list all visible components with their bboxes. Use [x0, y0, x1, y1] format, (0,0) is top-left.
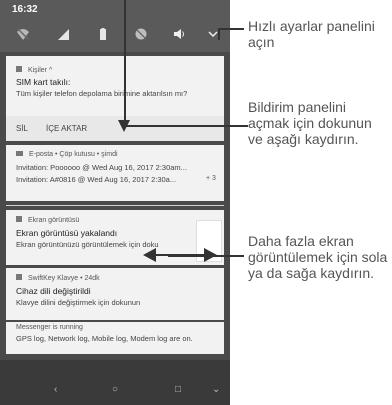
notification-app-name: Ekran görüntüsü	[27, 217, 80, 224]
delete-button[interactable]: SİL	[16, 124, 28, 133]
callout-text: Hızlı ayarlar panelini	[248, 18, 375, 34]
notification-extra: + 3	[206, 175, 216, 182]
battery-icon[interactable]	[96, 27, 110, 41]
callout-text: ve aşağı kaydırın.	[248, 131, 359, 147]
callout-text: Daha fazla ekran	[248, 233, 354, 249]
notification-messenger[interactable]: Messenger is running GPS log, Network lo…	[6, 322, 224, 354]
notification-app-row: Ekran görüntüsü	[16, 216, 79, 224]
notification-app-name: SwiftKey Klavye	[27, 275, 79, 282]
notification-body: Ekran görüntünüzü görüntülemek için doku	[16, 240, 159, 249]
screenshot-app-icon	[16, 216, 22, 222]
notification-title: Cihaz dili değiştirildi	[16, 286, 91, 296]
notification-app-row: E-posta • Çöp kutusu • şimdi	[16, 151, 118, 158]
notification-app-name: Messenger	[16, 324, 51, 331]
status-bar: 16:32	[0, 0, 230, 18]
phone-screen: 16:32 Kişiler ^ SIM kart takılı: Tüm kiş…	[0, 0, 230, 405]
callout-text: Bildirim panelini	[248, 99, 347, 115]
notification-app-name: E-posta	[28, 151, 54, 158]
swipe-line	[150, 254, 208, 256]
notification-title: SIM kart takılı:	[16, 77, 71, 87]
volume-icon[interactable]	[172, 27, 186, 41]
email-icon	[16, 151, 23, 156]
back-button[interactable]: ‹	[54, 384, 57, 395]
callout-line	[218, 28, 244, 30]
callout-text: görüntülemek için sola	[248, 249, 388, 265]
recent-apps-button[interactable]: □	[175, 384, 181, 395]
callout-text: açın	[248, 34, 275, 50]
notification-email[interactable]: E-posta • Çöp kutusu • şimdi Invitation:…	[6, 145, 224, 201]
notification-app-row: SwiftKey Klavye • 24dk	[16, 274, 100, 282]
notification-app-row: Kişiler ^	[16, 66, 52, 74]
notification-meta: • 24dk	[80, 275, 100, 282]
swiftkey-icon	[16, 274, 22, 280]
home-button[interactable]: ○	[112, 384, 118, 395]
notification-app-row: Messenger is running	[16, 324, 83, 331]
import-button[interactable]: İÇE AKTAR	[46, 124, 87, 133]
notification-swiftkey[interactable]: SwiftKey Klavye • 24dk Cihaz dili değişt…	[6, 268, 224, 320]
notification-title: Ekran görüntüsü yakalandı	[16, 228, 118, 238]
callout-text: ya da sağa kaydırın.	[248, 265, 375, 281]
chevron-down-icon[interactable]: ⌄	[212, 384, 220, 395]
contacts-app-icon	[16, 66, 22, 72]
status-time: 16:32	[12, 4, 38, 15]
divider	[6, 205, 224, 206]
wifi-off-icon[interactable]	[16, 27, 30, 41]
notification-meta: • Çöp kutusu • şimdi	[55, 151, 118, 158]
signal-icon[interactable]	[56, 27, 70, 41]
dnd-icon[interactable]	[134, 27, 148, 41]
notification-actions: SİL İÇE AKTAR	[6, 116, 224, 141]
notification-body: Tüm kişiler telefon depolama birimine ak…	[16, 89, 188, 98]
vertical-drag-line	[124, 0, 126, 125]
notification-body: Klavye dilini değiştirmek için dokunun	[16, 298, 141, 307]
navigation-bar: ‹ ○ □ ⌄	[0, 360, 230, 405]
notification-body: GPS log, Network log, Mobile log, Modem …	[16, 334, 193, 343]
notification-meta: ^	[48, 67, 53, 74]
notification-app-name: Kişiler	[27, 67, 48, 74]
callout-swipe: Daha fazla ekran görüntülemek için sola …	[248, 233, 387, 281]
notification-meta: is running	[52, 324, 83, 331]
callout-notification-panel: Bildirim panelini açmak için dokunun ve …	[248, 99, 372, 147]
notification-line: Invitation: Poooooo @ Wed Aug 16, 2017 2…	[16, 163, 187, 172]
callout-text: açmak için dokunun	[248, 115, 372, 131]
left-arrow-icon	[143, 248, 156, 262]
right-arrow-icon	[204, 248, 217, 262]
callout-line	[124, 125, 248, 127]
callout-quick-settings: Hızlı ayarlar panelini açın	[248, 18, 375, 50]
quick-settings[interactable]	[0, 18, 230, 52]
down-arrow-icon	[118, 120, 130, 132]
notification-line: Invitation: A#0816 @ Wed Aug 16, 2017 2:…	[16, 175, 177, 184]
